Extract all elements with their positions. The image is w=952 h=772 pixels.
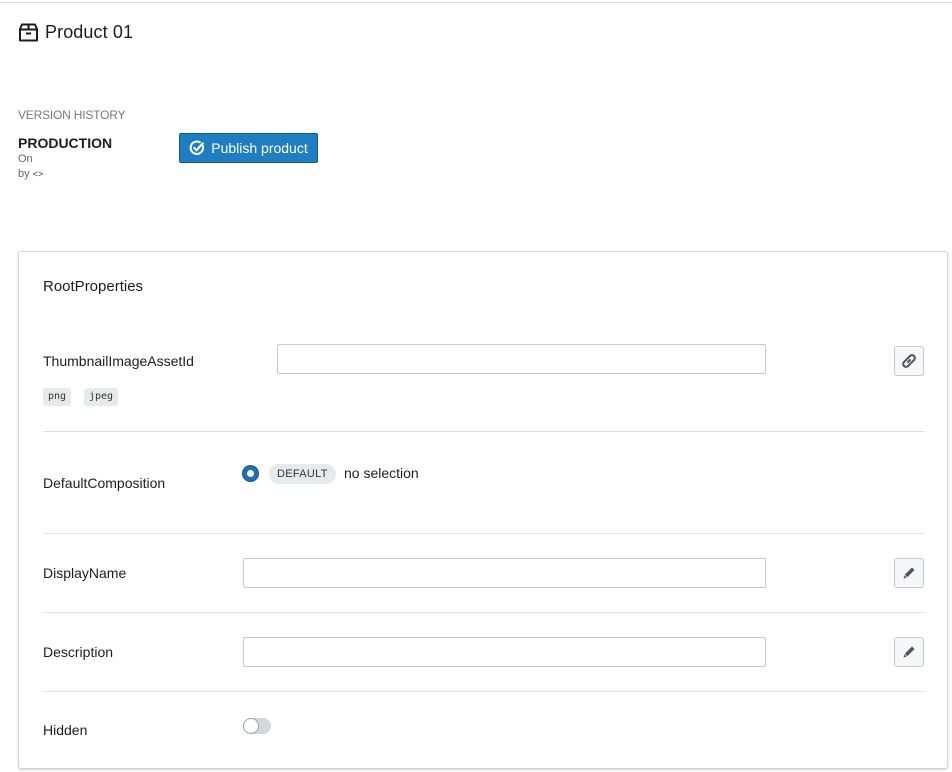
file-type-tag: jpeg	[84, 388, 118, 406]
field-divider	[43, 533, 925, 534]
display-name-label: DisplayName	[43, 565, 126, 581]
pencil-icon	[902, 645, 916, 659]
card-title: RootProperties	[43, 278, 143, 295]
description-input[interactable]	[243, 637, 766, 667]
page-header: Product 01	[18, 22, 133, 43]
radio-dot	[247, 470, 254, 477]
default-radio[interactable]	[242, 465, 259, 482]
pencil-icon	[902, 566, 916, 580]
published-by-value: <>	[33, 169, 44, 179]
selection-text: no selection	[344, 465, 419, 481]
description-label: Description	[43, 644, 113, 660]
display-name-input[interactable]	[243, 558, 766, 588]
link-icon	[900, 352, 918, 370]
environment-name: PRODUCTION	[18, 135, 112, 151]
published-by: by <>	[18, 168, 43, 180]
edit-description-button[interactable]	[894, 637, 924, 667]
toggle-knob	[243, 718, 259, 734]
published-by-label: by	[18, 168, 30, 180]
version-history-label: VERSION HISTORY	[18, 108, 125, 122]
default-pill: DEFAULT	[269, 464, 336, 484]
check-circle-icon	[189, 140, 205, 156]
published-on: On	[18, 153, 33, 165]
hidden-toggle[interactable]	[243, 718, 271, 734]
archive-box-icon	[18, 22, 39, 43]
thumbnail-image-asset-id-input[interactable]	[277, 344, 766, 374]
field-divider	[43, 612, 925, 613]
field-divider	[43, 431, 925, 432]
file-type-tag: png	[43, 388, 71, 406]
default-composition-label: DefaultComposition	[43, 475, 165, 491]
root-properties-card: RootProperties ThumbnailImageAssetId png…	[18, 251, 948, 769]
field-divider	[43, 691, 925, 692]
page-title: Product 01	[45, 22, 133, 43]
top-divider	[0, 2, 952, 3]
hidden-label: Hidden	[43, 722, 87, 738]
publish-product-button[interactable]: Publish product	[179, 133, 318, 163]
publish-product-label: Publish product	[211, 140, 308, 156]
link-asset-button[interactable]	[894, 346, 924, 376]
edit-display-name-button[interactable]	[894, 558, 924, 588]
thumbnail-image-asset-id-label: ThumbnailImageAssetId	[43, 353, 194, 369]
